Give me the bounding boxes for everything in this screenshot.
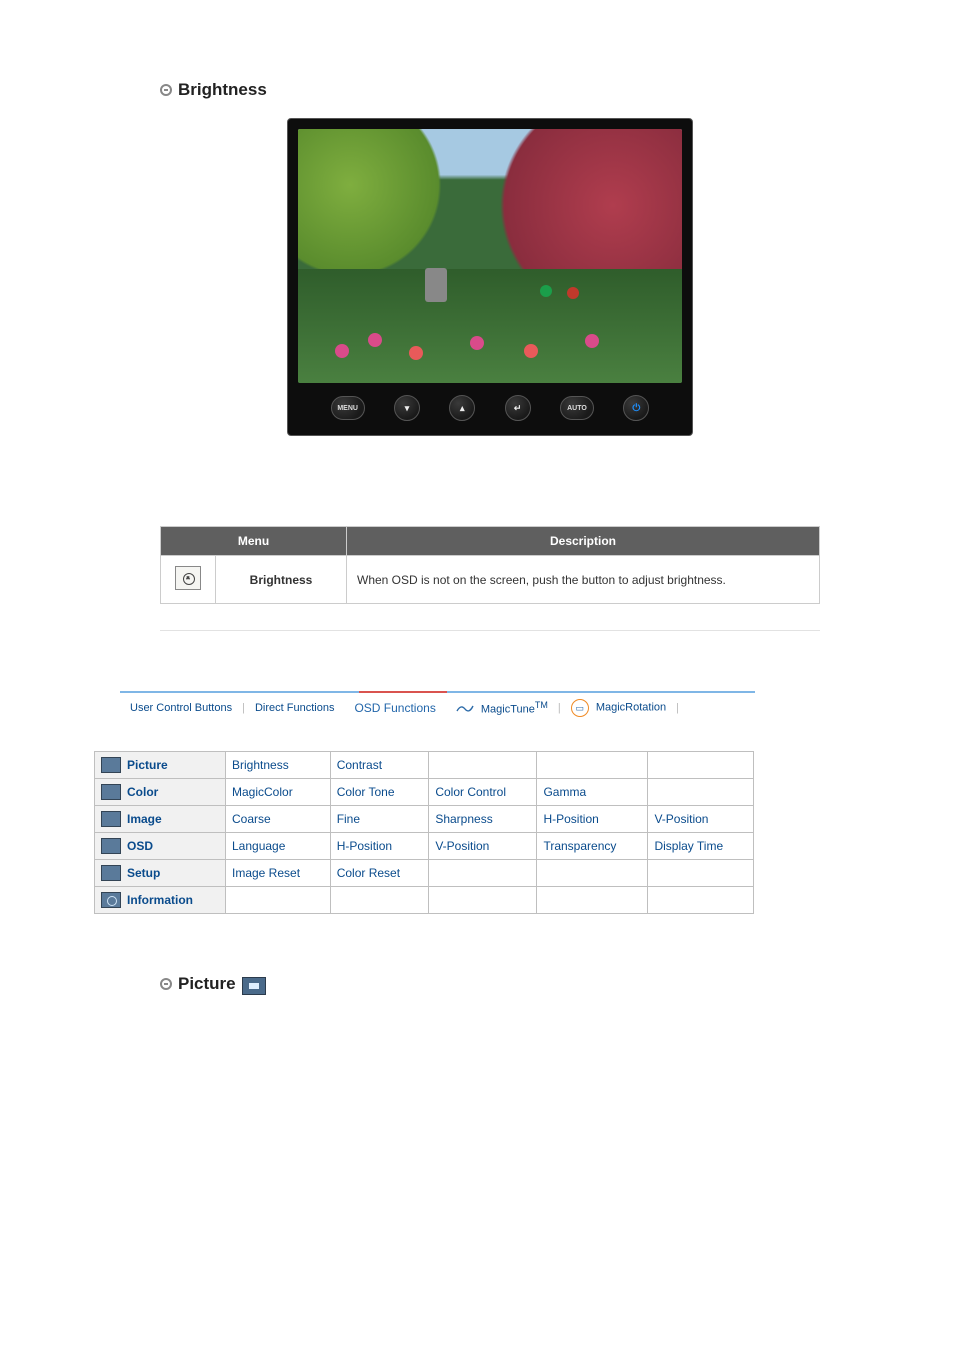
magictune-icon — [456, 703, 474, 713]
tab-separator: | — [676, 702, 679, 714]
table-row: Picture BrightnessContrast — [95, 752, 754, 779]
brightness-name-cell: Brightness — [216, 556, 347, 604]
monitor-button-row: MENU ▾ ▴ ↵ AUTO ⏻ — [298, 383, 682, 429]
th-menu: Menu — [161, 527, 347, 556]
picture-title: Picture — [178, 974, 236, 994]
grid-link[interactable]: Coarse — [226, 806, 331, 833]
category-cell-setup[interactable]: Setup — [95, 860, 226, 887]
grid-link[interactable]: Image Reset — [226, 860, 331, 887]
divider — [160, 630, 820, 631]
tab-magicrotation[interactable]: ▭ MagicRotation — [561, 699, 676, 717]
grid-empty-cell — [429, 752, 537, 779]
content-column: Brightness MENU — [160, 80, 820, 631]
category-label: Setup — [127, 866, 160, 880]
picture-section: Picture — [160, 974, 820, 994]
grid-empty-cell — [648, 779, 754, 806]
page: Brightness MENU — [0, 0, 954, 994]
tab-osd-functions[interactable]: OSD Functions — [344, 701, 445, 715]
category-label: Image — [127, 812, 162, 826]
grid-link[interactable]: H-Position — [537, 806, 648, 833]
down-button[interactable]: ▾ — [394, 395, 420, 421]
menu-description-table: Menu Description Brightness When OSD is … — [160, 526, 820, 604]
picture-category-icon — [242, 977, 266, 995]
setup-icon — [101, 865, 121, 881]
grid-link[interactable]: Language — [226, 833, 331, 860]
brightness-title: Brightness — [178, 80, 267, 100]
grid-empty-cell — [537, 860, 648, 887]
osd-icon — [101, 838, 121, 854]
enter-button[interactable]: ↵ — [505, 395, 531, 421]
grid-link[interactable]: Transparency — [537, 833, 648, 860]
table-row: Setup Image ResetColor Reset — [95, 860, 754, 887]
tabs-bar: User Control Buttons | Direct Functions … — [120, 691, 755, 717]
color-icon — [101, 784, 121, 800]
osd-grid-wrap: Picture BrightnessContrast Color MagicColor… — [94, 751, 754, 914]
grid-empty-cell — [226, 887, 331, 914]
grid-link[interactable]: Brightness — [226, 752, 331, 779]
category-label: OSD — [127, 839, 153, 853]
grid-empty-cell — [429, 887, 537, 914]
tabs: User Control Buttons | Direct Functions … — [120, 699, 755, 717]
category-label: Picture — [127, 758, 168, 772]
grid-link[interactable]: Color Control — [429, 779, 537, 806]
table-row: Information — [95, 887, 754, 914]
grid-link[interactable]: Display Time — [648, 833, 754, 860]
table-row: Brightness When OSD is not on the screen… — [161, 556, 820, 604]
category-cell-osd[interactable]: OSD — [95, 833, 226, 860]
grid-link[interactable]: MagicColor — [226, 779, 331, 806]
grid-link[interactable]: H-Position — [330, 833, 429, 860]
bullet-icon — [160, 84, 172, 96]
brightness-icon — [175, 566, 201, 590]
table-row: Image CoarseFineSharpnessH-PositionV-Posi… — [95, 806, 754, 833]
category-cell-color[interactable]: Color — [95, 779, 226, 806]
monitor-preview: MENU ▾ ▴ ↵ AUTO ⏻ — [160, 118, 820, 436]
grid-empty-cell — [648, 887, 754, 914]
tab-user-control-buttons[interactable]: User Control Buttons — [120, 702, 242, 714]
grid-empty-cell — [648, 752, 754, 779]
grid-empty-cell — [537, 752, 648, 779]
monitor-screen — [298, 129, 682, 383]
grid-empty-cell — [429, 860, 537, 887]
category-label: Information — [127, 893, 193, 907]
th-description: Description — [347, 527, 820, 556]
picture-icon — [101, 757, 121, 773]
grid-link[interactable]: Sharpness — [429, 806, 537, 833]
picture-section-heading: Picture — [160, 974, 820, 994]
image-icon — [101, 811, 121, 827]
category-cell-information[interactable]: Information — [95, 887, 226, 914]
grid-link[interactable]: Contrast — [330, 752, 429, 779]
brightness-section-heading: Brightness — [160, 80, 820, 100]
category-label: Color — [127, 785, 158, 799]
tab-direct-functions[interactable]: Direct Functions — [245, 702, 344, 714]
grid-empty-cell — [537, 887, 648, 914]
information-icon — [101, 892, 121, 908]
grid-link[interactable]: Color Reset — [330, 860, 429, 887]
category-cell-image[interactable]: Image — [95, 806, 226, 833]
grid-link[interactable]: Fine — [330, 806, 429, 833]
brightness-icon-cell — [161, 556, 216, 604]
grid-empty-cell — [648, 860, 754, 887]
tabs-active-underline — [359, 691, 447, 693]
auto-button[interactable]: AUTO — [560, 396, 594, 420]
grid-empty-cell — [330, 887, 429, 914]
grid-link[interactable]: Gamma — [537, 779, 648, 806]
menu-button[interactable]: MENU — [331, 396, 365, 420]
power-button[interactable]: ⏻ — [623, 395, 649, 421]
grid-link[interactable]: V-Position — [648, 806, 754, 833]
bullet-icon — [160, 978, 172, 990]
osd-function-grid: Picture BrightnessContrast Color MagicColor… — [94, 751, 754, 914]
brightness-desc-cell: When OSD is not on the screen, push the … — [347, 556, 820, 604]
grid-link[interactable]: Color Tone — [330, 779, 429, 806]
up-button[interactable]: ▴ — [449, 395, 475, 421]
grid-link[interactable]: V-Position — [429, 833, 537, 860]
table-row: Color MagicColorColor ToneColor ControlGa… — [95, 779, 754, 806]
monitor-frame: MENU ▾ ▴ ↵ AUTO ⏻ — [287, 118, 693, 436]
category-cell-picture[interactable]: Picture — [95, 752, 226, 779]
magicrotation-icon: ▭ — [571, 699, 589, 717]
tab-magictune[interactable]: MagicTuneTM — [446, 700, 558, 716]
table-row: OSD LanguageH-PositionV-PositionTranspare… — [95, 833, 754, 860]
